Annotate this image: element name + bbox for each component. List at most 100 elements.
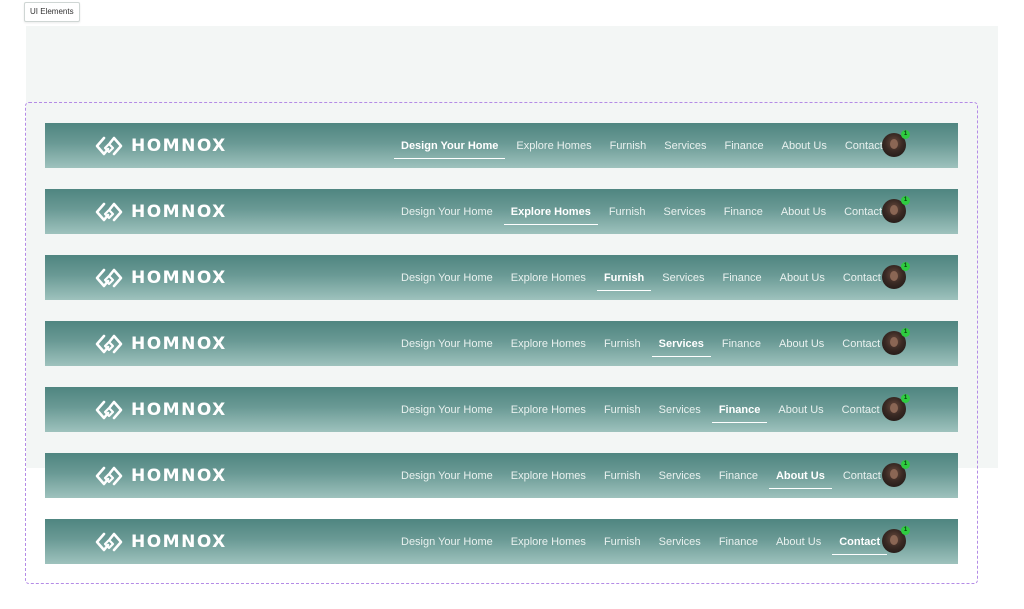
nav-item-design-your-home[interactable]: Design Your Home bbox=[401, 404, 493, 416]
nav-item-design-your-home[interactable]: Design Your Home bbox=[401, 536, 493, 548]
user-avatar-button[interactable]: 1 bbox=[882, 196, 910, 223]
nav-item-about-us[interactable]: About Us bbox=[768, 470, 832, 489]
nav-item-furnish[interactable]: Furnish bbox=[604, 404, 641, 416]
main-menu: Design Your Home Explore Homes Furnish Serv… bbox=[393, 123, 901, 168]
user-avatar-button[interactable]: 1 bbox=[882, 526, 910, 553]
nav-item-contact[interactable]: Contact bbox=[842, 404, 880, 416]
nav-item-services[interactable]: Services bbox=[651, 338, 712, 357]
nav-item-explore-homes[interactable]: Explore Homes bbox=[511, 272, 586, 284]
notification-badge: 1 bbox=[901, 262, 910, 271]
nav-item-services[interactable]: Services bbox=[662, 272, 704, 284]
nav-item-contact[interactable]: Contact bbox=[843, 470, 881, 482]
nav-item-finance[interactable]: Finance bbox=[722, 272, 761, 284]
nav-item-contact[interactable]: Contact bbox=[843, 272, 881, 284]
user-avatar-button[interactable]: 1 bbox=[882, 460, 910, 487]
notification-badge: 1 bbox=[901, 394, 910, 403]
avatar-photo bbox=[890, 205, 898, 215]
nav-item-contact[interactable]: Contact bbox=[845, 140, 883, 152]
nav-item-about-us[interactable]: About Us bbox=[780, 272, 825, 284]
nav-item-explore-homes[interactable]: Explore Homes bbox=[516, 140, 591, 152]
brand-name: HOMNOX bbox=[131, 135, 227, 156]
brand-name: HOMNOX bbox=[131, 465, 227, 486]
nav-item-about-us[interactable]: About Us bbox=[782, 140, 827, 152]
main-menu: Design Your Home Explore Homes Furnish Serv… bbox=[401, 255, 899, 300]
notification-badge: 1 bbox=[901, 196, 910, 205]
nav-item-furnish[interactable]: Furnish bbox=[604, 470, 641, 482]
user-avatar-button[interactable]: 1 bbox=[882, 262, 910, 289]
nav-item-explore-homes[interactable]: Explore Homes bbox=[503, 206, 598, 225]
nav-item-about-us[interactable]: About Us bbox=[781, 206, 826, 218]
main-menu: Design Your Home Explore Homes Furnish Serv… bbox=[401, 519, 898, 564]
brand-logo[interactable]: HOMNOX bbox=[95, 519, 227, 564]
linked-diamond-logo-icon bbox=[95, 466, 123, 485]
nav-item-design-your-home[interactable]: Design Your Home bbox=[393, 140, 506, 159]
nav-item-furnish[interactable]: Furnish bbox=[609, 206, 646, 218]
nav-item-explore-homes[interactable]: Explore Homes bbox=[511, 470, 586, 482]
navbar-design-your-home: HOMNOX Design Your Home Explore Homes Furni… bbox=[45, 123, 958, 168]
linked-diamond-logo-icon bbox=[95, 334, 123, 353]
nav-item-services[interactable]: Services bbox=[659, 536, 701, 548]
brand-name: HOMNOX bbox=[131, 201, 227, 222]
linked-diamond-logo-icon bbox=[95, 202, 123, 221]
main-menu: Design Your Home Explore Homes Furnish Serv… bbox=[401, 387, 898, 432]
nav-item-finance[interactable]: Finance bbox=[722, 338, 761, 350]
nav-item-design-your-home[interactable]: Design Your Home bbox=[401, 272, 493, 284]
avatar-photo bbox=[890, 469, 898, 479]
nav-item-services[interactable]: Services bbox=[659, 404, 701, 416]
nav-item-finance[interactable]: Finance bbox=[719, 470, 758, 482]
avatar-photo bbox=[890, 139, 898, 149]
notification-badge: 1 bbox=[901, 460, 910, 469]
navbar-finance: HOMNOX Design Your Home Explore Homes Furni… bbox=[45, 387, 958, 432]
nav-item-finance[interactable]: Finance bbox=[719, 536, 758, 548]
navbar-variants: HOMNOX Design Your Home Explore Homes Furni… bbox=[45, 123, 958, 585]
nav-item-furnish[interactable]: Furnish bbox=[596, 272, 652, 291]
nav-item-contact[interactable]: Contact bbox=[832, 536, 888, 555]
nav-item-about-us[interactable]: About Us bbox=[778, 404, 823, 416]
user-avatar-button[interactable]: 1 bbox=[882, 394, 910, 421]
brand-logo[interactable]: HOMNOX bbox=[95, 189, 227, 234]
nav-item-about-us[interactable]: About Us bbox=[779, 338, 824, 350]
avatar-photo bbox=[890, 271, 898, 281]
nav-item-furnish[interactable]: Furnish bbox=[610, 140, 647, 152]
brand-name: HOMNOX bbox=[131, 333, 227, 354]
frame-label-tab[interactable]: UI Elements bbox=[24, 2, 80, 22]
brand-name: HOMNOX bbox=[131, 399, 227, 420]
brand-name: HOMNOX bbox=[131, 531, 227, 552]
brand-logo[interactable]: HOMNOX bbox=[95, 453, 227, 498]
linked-diamond-logo-icon bbox=[95, 136, 123, 155]
brand-logo[interactable]: HOMNOX bbox=[95, 387, 227, 432]
avatar-photo bbox=[890, 535, 898, 545]
nav-item-explore-homes[interactable]: Explore Homes bbox=[511, 404, 586, 416]
brand-name: HOMNOX bbox=[131, 267, 227, 288]
nav-item-design-your-home[interactable]: Design Your Home bbox=[401, 470, 493, 482]
notification-badge: 1 bbox=[901, 130, 910, 139]
nav-item-services[interactable]: Services bbox=[659, 470, 701, 482]
main-menu: Design Your Home Explore Homes Furnish Serv… bbox=[401, 189, 900, 234]
nav-item-about-us[interactable]: About Us bbox=[776, 536, 821, 548]
linked-diamond-logo-icon bbox=[95, 532, 123, 551]
nav-item-contact[interactable]: Contact bbox=[842, 338, 880, 350]
main-menu: Design Your Home Explore Homes Furnish Serv… bbox=[401, 453, 899, 498]
linked-diamond-logo-icon bbox=[95, 400, 123, 419]
nav-item-services[interactable]: Services bbox=[664, 206, 706, 218]
nav-item-furnish[interactable]: Furnish bbox=[604, 338, 641, 350]
avatar-photo bbox=[890, 403, 898, 413]
nav-item-explore-homes[interactable]: Explore Homes bbox=[511, 338, 586, 350]
navbar-furnish: HOMNOX Design Your Home Explore Homes Furni… bbox=[45, 255, 958, 300]
navbar-about-us: HOMNOX Design Your Home Explore Homes Furni… bbox=[45, 453, 958, 498]
nav-item-finance[interactable]: Finance bbox=[711, 404, 767, 423]
brand-logo[interactable]: HOMNOX bbox=[95, 321, 227, 366]
nav-item-services[interactable]: Services bbox=[664, 140, 706, 152]
nav-item-design-your-home[interactable]: Design Your Home bbox=[401, 206, 493, 218]
nav-item-design-your-home[interactable]: Design Your Home bbox=[401, 338, 493, 350]
nav-item-finance[interactable]: Finance bbox=[724, 206, 763, 218]
user-avatar-button[interactable]: 1 bbox=[882, 130, 910, 157]
user-avatar-button[interactable]: 1 bbox=[882, 328, 910, 355]
nav-item-finance[interactable]: Finance bbox=[724, 140, 763, 152]
brand-logo[interactable]: HOMNOX bbox=[95, 123, 227, 168]
nav-item-contact[interactable]: Contact bbox=[844, 206, 882, 218]
notification-badge: 1 bbox=[901, 526, 910, 535]
brand-logo[interactable]: HOMNOX bbox=[95, 255, 227, 300]
nav-item-explore-homes[interactable]: Explore Homes bbox=[511, 536, 586, 548]
nav-item-furnish[interactable]: Furnish bbox=[604, 536, 641, 548]
